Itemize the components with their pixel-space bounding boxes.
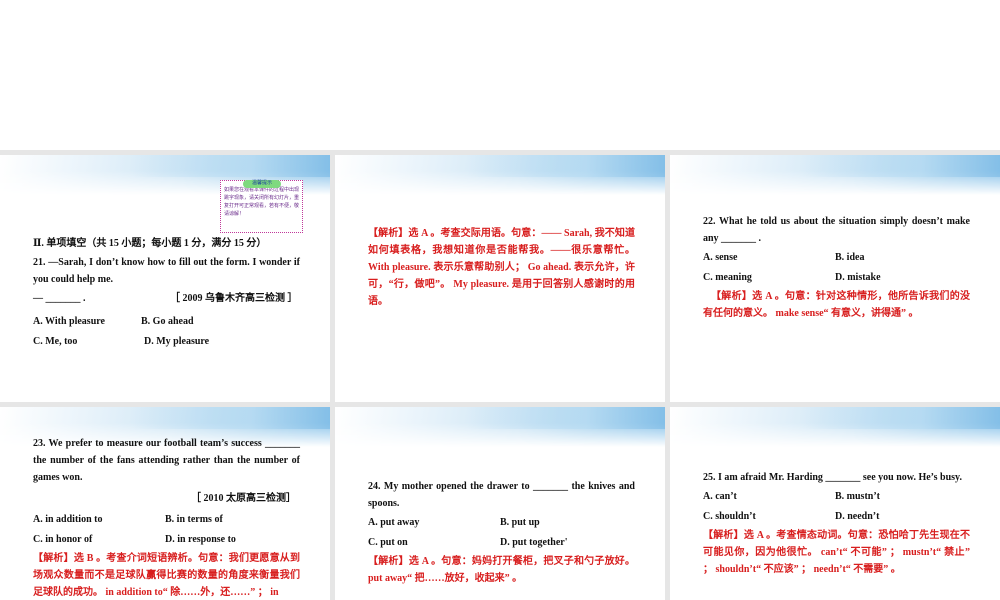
answer-blank: — _______ .	[33, 293, 86, 304]
option-c: C. put on	[368, 537, 408, 548]
analysis-text: 【解析】选 A 。考查情态动词。句意：恐怕哈丁先生现在不可能见你，因为他很忙。 …	[703, 530, 970, 575]
option-a: A. sense	[703, 252, 738, 263]
option-b: B. in terms of	[165, 514, 223, 525]
sky-banner-accent	[802, 407, 1000, 429]
slide-content: 22. What he told us about the situation …	[703, 213, 970, 322]
option-d: D. needn’t	[835, 511, 880, 522]
slide-sorter-grid: 温馨提示 如果您在观看本课件的过程中出现跳字现象，请关闭所有幻灯片，重复打开可正…	[0, 150, 1000, 600]
sky-banner-accent	[467, 155, 665, 177]
slide-thumbnail-6[interactable]: 25. I am afraid Mr. Harding _______ see …	[670, 407, 1000, 600]
option-a: A. With pleasure	[33, 316, 105, 327]
analysis-text: 【解析】选 A 。句意：妈妈打开餐柜，把叉子和勺子放好。 put away“ 把…	[368, 556, 635, 584]
question-source: ［ 2010 太原高三检测］	[191, 493, 296, 504]
option-a: A. put away	[368, 517, 420, 528]
option-d: D. in response to	[165, 534, 236, 545]
analysis-text: 【解析】选 B 。考查介词短语辨析。句意：我们更愿意从到场观众数量而不是足球队赢…	[33, 553, 300, 598]
slide-thumbnail-3[interactable]: 22. What he told us about the situation …	[670, 155, 1000, 402]
option-d: D. My pleasure	[144, 336, 210, 347]
sky-banner-accent	[132, 155, 330, 177]
sky-banner-accent	[132, 407, 330, 429]
notice-box: 温馨提示 如果您在观看本课件的过程中出现跳字现象，请关闭所有幻灯片，重复打开可正…	[220, 180, 303, 233]
analysis-text: 【解析】选 A 。句意：针对这种情形，他所告诉我们的没有任何的意义。 make …	[703, 291, 970, 319]
option-c: C. Me, too	[33, 336, 78, 347]
slide-content: 24. My mother opened the drawer to _____…	[368, 478, 635, 587]
option-c: C. shouldn’t	[703, 511, 756, 522]
question-text: 25. I am afraid Mr. Harding _______ see …	[703, 472, 962, 483]
slide-thumbnail-2[interactable]: 【解析】选 A 。考查交际用语。句意：—— Sarah, 我不知道如何填表格，我…	[335, 155, 665, 402]
option-b: B. put up	[500, 517, 540, 528]
notice-text: 如果您在观看本课件的过程中出现跳字现象，请关闭所有幻灯片，重复打开可正常观看，若…	[224, 188, 300, 217]
question-text: 21. —Sarah, I don’t know how to fill out…	[33, 257, 300, 285]
option-c: C. meaning	[703, 272, 752, 283]
slide-content: Ⅱ. 单项填空（共 15 小题；每小题 1 分，满分 15 分） 21. —Sa…	[33, 235, 300, 350]
option-a: A. in addition to	[33, 514, 103, 525]
option-b: B. mustn’t	[835, 491, 881, 502]
section-heading: Ⅱ. 单项填空（共 15 小题；每小题 1 分，满分 15 分）	[33, 238, 267, 249]
question-source: ［ 2009 乌鲁木齐高三检测 ］	[170, 293, 298, 304]
notice-title: 温馨提示	[243, 180, 281, 188]
question-text: 23. We prefer to measure our football te…	[33, 438, 300, 483]
question-text: 24. My mother opened the drawer to _____…	[368, 481, 635, 509]
slide-content: 25. I am afraid Mr. Harding _______ see …	[703, 469, 970, 578]
option-d: D. put together'	[500, 537, 568, 548]
sky-banner-accent	[802, 155, 1000, 177]
analysis-text: 【解析】选 A 。考查交际用语。句意：—— Sarah, 我不知道如何填表格，我…	[368, 228, 635, 307]
option-b: B. Go ahead	[141, 316, 194, 327]
sky-banner-accent	[467, 407, 665, 429]
option-c: C. in honor of	[33, 534, 93, 545]
question-text: 22. What he told us about the situation …	[703, 216, 970, 244]
slide-thumbnail-1[interactable]: 温馨提示 如果您在观看本课件的过程中出现跳字现象，请关闭所有幻灯片，重复打开可正…	[0, 155, 330, 402]
option-d: D. mistake	[835, 272, 881, 283]
slide-thumbnail-4[interactable]: 23. We prefer to measure our football te…	[0, 407, 330, 600]
top-blank-area	[0, 0, 1000, 150]
slide-content: 23. We prefer to measure our football te…	[33, 435, 300, 600]
option-a: A. can’t	[703, 491, 737, 502]
option-b: B. idea	[835, 252, 865, 263]
slide-thumbnail-5[interactable]: 24. My mother opened the drawer to _____…	[335, 407, 665, 600]
